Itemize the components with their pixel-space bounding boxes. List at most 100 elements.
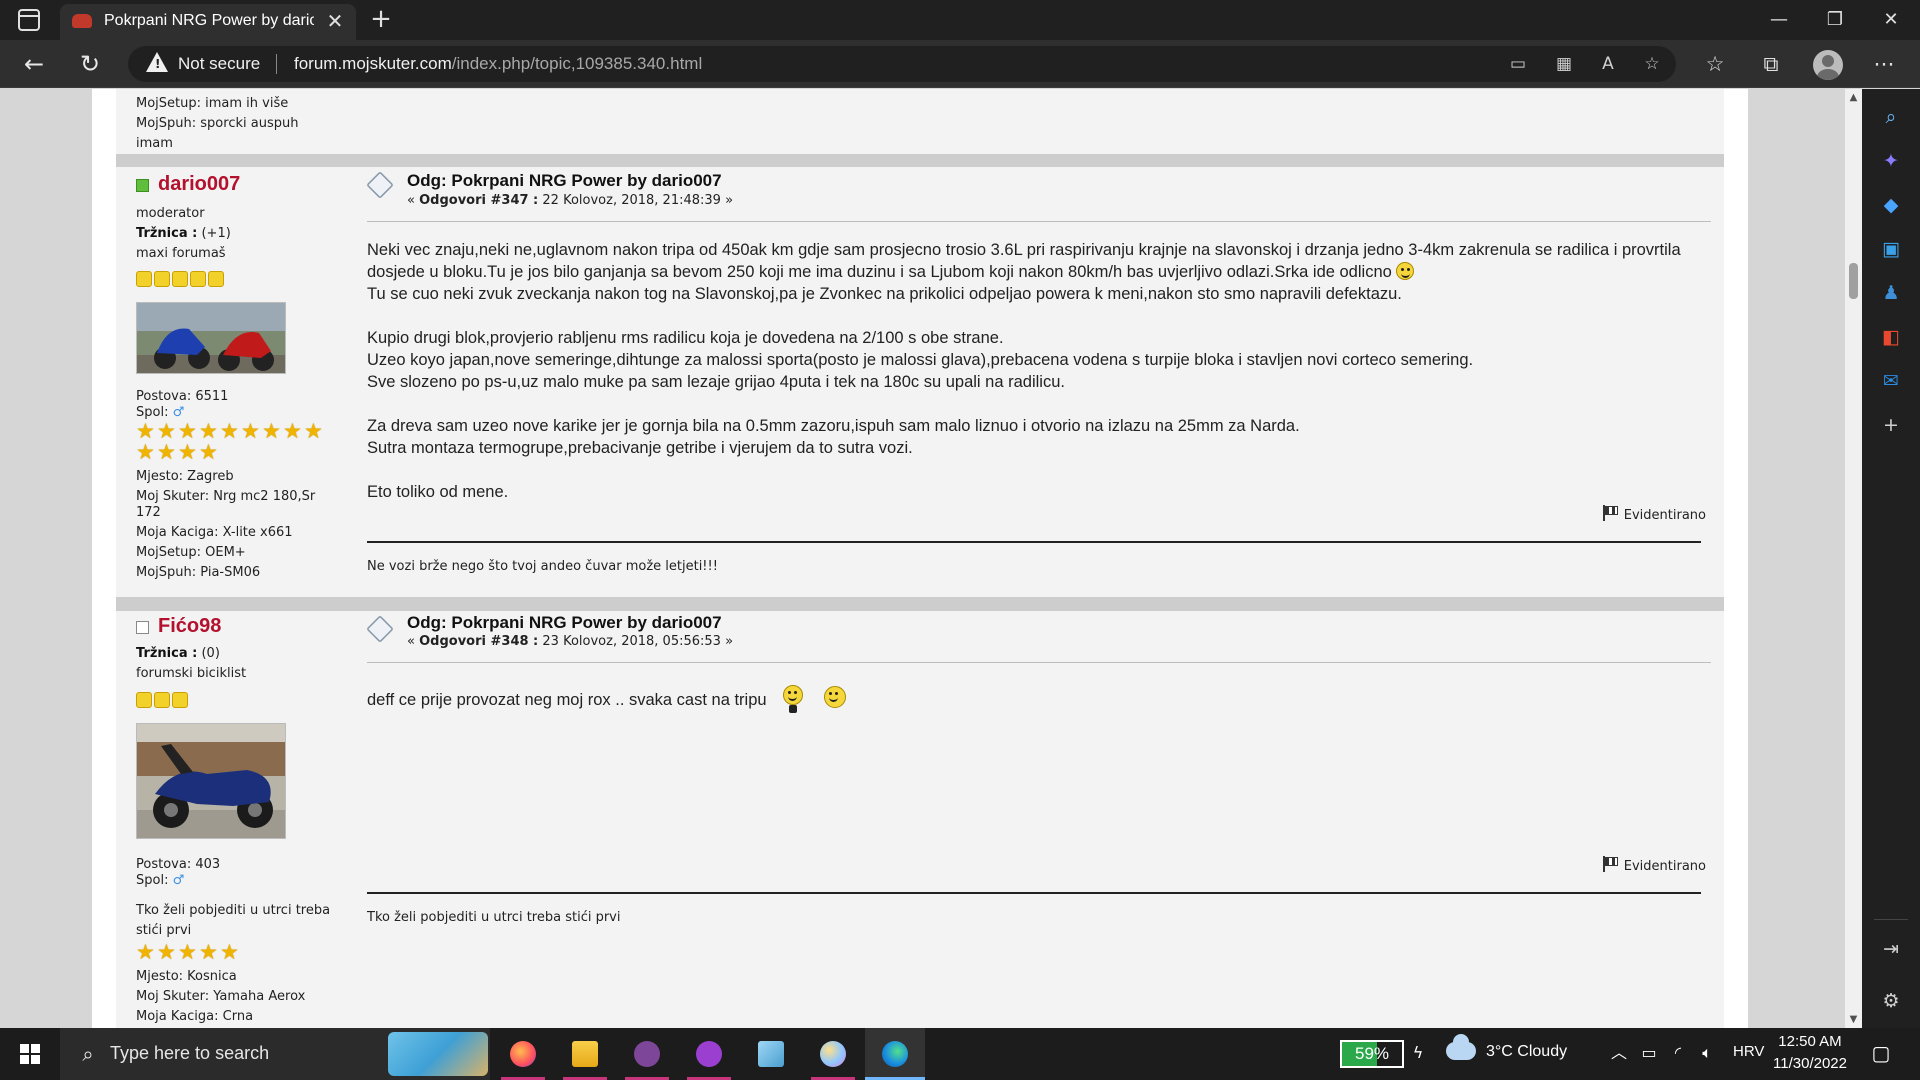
- username-link[interactable]: dario007: [158, 173, 240, 196]
- windows-start-icon[interactable]: [20, 1044, 40, 1064]
- weather-text[interactable]: 3°C Cloudy: [1486, 1043, 1567, 1061]
- shopping-icon[interactable]: ◆: [1879, 193, 1903, 217]
- post-text: Kupio drugi blok,provjerio rabljenu rms …: [367, 329, 1004, 347]
- search-icon[interactable]: ⌕: [1879, 105, 1903, 129]
- outlook-icon[interactable]: ✉: [1879, 369, 1903, 393]
- games-icon[interactable]: ♟: [1879, 281, 1903, 305]
- signature: Tko želi pobjediti u utrci treba stići p…: [367, 910, 621, 925]
- report-label: Evidentirano: [1623, 859, 1706, 874]
- scroll-thumb[interactable]: [1849, 263, 1858, 299]
- tab-close-icon[interactable]: ✕: [322, 8, 348, 34]
- helmet-info: Moja Kaciga: X-lite x661: [136, 525, 293, 540]
- location: Mjesto: Zagreb: [136, 469, 234, 484]
- taskbar-paint[interactable]: [803, 1028, 863, 1080]
- clock-time[interactable]: 12:50 AM: [1775, 1033, 1845, 1050]
- notifications-icon[interactable]: ▢: [1870, 1042, 1892, 1064]
- avatar[interactable]: [136, 723, 286, 839]
- window-close-button[interactable]: ✕: [1862, 0, 1920, 40]
- gold-star-icon: ★: [157, 440, 176, 464]
- cloud-icon[interactable]: [1446, 1034, 1476, 1060]
- settings-gear-icon[interactable]: ⚙: [1879, 989, 1903, 1013]
- office-icon[interactable]: ◧: [1879, 325, 1903, 349]
- new-tab-button[interactable]: +: [366, 4, 396, 34]
- helmet-info: Moja Kaciga: Crna: [136, 1009, 254, 1024]
- scroll-down-icon[interactable]: ▼: [1845, 1011, 1862, 1028]
- rank-star-icon: [154, 271, 170, 287]
- rank-stars: ★ ★ ★ ★ ★: [136, 942, 241, 964]
- avatar[interactable]: [136, 302, 286, 374]
- taskbar-search[interactable]: ⌕ Type here to search: [60, 1028, 490, 1080]
- copilot-icon[interactable]: ✦: [1879, 149, 1903, 173]
- read-aloud-icon[interactable]: A: [1596, 52, 1620, 76]
- vertical-scrollbar[interactable]: ▲ ▼: [1845, 89, 1862, 1028]
- show-hidden-icons-icon[interactable]: ︿: [1608, 1042, 1630, 1064]
- search-highlight-image: [388, 1032, 488, 1076]
- url-text[interactable]: forum.mojskuter.com/index.php/topic,1093…: [294, 54, 702, 74]
- meta-prefix: «: [407, 634, 415, 649]
- reply-number: Odgovori #347 :: [419, 193, 539, 208]
- grid-icon[interactable]: ▦: [1552, 52, 1576, 76]
- language-indicator[interactable]: HRV: [1733, 1043, 1764, 1060]
- wifi-icon[interactable]: ◜: [1667, 1042, 1689, 1064]
- gold-star-icon: ★: [178, 940, 197, 964]
- post-text: Za dreva sam uzeo nove karike jer je gor…: [367, 417, 1300, 435]
- post-title-link[interactable]: Odg: Pokrpani NRG Power by dario007: [407, 613, 722, 633]
- collections-icon[interactable]: ⧉: [1755, 48, 1787, 80]
- report-link[interactable]: Evidentirano: [1602, 505, 1706, 523]
- rank-title: maxi forumaš: [136, 246, 226, 261]
- report-link[interactable]: Evidentirano: [1602, 856, 1706, 874]
- rank-star-icon: [190, 271, 206, 287]
- scroll-up-icon[interactable]: ▲: [1845, 89, 1862, 106]
- profile-avatar-icon[interactable]: [1813, 50, 1843, 80]
- gold-star-icon: ★: [157, 419, 176, 443]
- refresh-icon[interactable]: ↻: [74, 48, 106, 80]
- add-favorite-icon[interactable]: ☆: [1640, 52, 1664, 76]
- taskbar-notes[interactable]: [741, 1028, 801, 1080]
- gender-label: Spol:: [136, 405, 169, 420]
- add-icon[interactable]: +: [1879, 413, 1903, 437]
- post-text: Sutra montaza termogrupe,prebacivanje ge…: [367, 439, 913, 457]
- browser-tab-bar: Pokrpani NRG Power by dario007 ✕ + — ❐ ✕: [0, 0, 1920, 40]
- address-separator: [276, 54, 277, 74]
- post-title-link[interactable]: Odg: Pokrpani NRG Power by dario007: [407, 171, 722, 191]
- security-label[interactable]: Not secure: [178, 54, 260, 74]
- username-link[interactable]: Fićo98: [158, 615, 221, 638]
- post-body: deff ce prije provozat neg moj rox .. sv…: [367, 683, 1687, 713]
- more-menu-icon[interactable]: ⋯: [1868, 48, 1900, 80]
- restore-button[interactable]: ❐: [1806, 0, 1864, 40]
- gold-star-icon: ★: [136, 940, 155, 964]
- personal-text: stići prvi: [136, 923, 192, 938]
- tools-icon[interactable]: ▣: [1879, 237, 1903, 261]
- post-text: Eto toliko od mene.: [367, 483, 509, 501]
- rank-star-icon: [172, 271, 188, 287]
- url-host: forum.mojskuter.com: [294, 54, 452, 73]
- file-explorer-icon: [572, 1041, 598, 1067]
- rank-star-icon: [136, 692, 152, 708]
- tab-active[interactable]: Pokrpani NRG Power by dario007 ✕: [60, 4, 356, 40]
- post-paragraph: Eto toliko od mene.: [367, 481, 1687, 503]
- taskbar-firefox[interactable]: [493, 1028, 553, 1080]
- warning-icon[interactable]: !: [146, 52, 168, 72]
- offline-status-icon: [136, 621, 149, 634]
- tab-actions-icon[interactable]: [18, 9, 40, 31]
- rank-star-icon: [172, 692, 188, 708]
- taskbar-edge[interactable]: [865, 1028, 925, 1080]
- back-arrow-icon[interactable]: ←: [18, 48, 50, 80]
- taskbar-tor-browser[interactable]: [617, 1028, 677, 1080]
- gender: Spol: ♂: [136, 405, 184, 420]
- address-field[interactable]: ! Not secure forum.mojskuter.com/index.p…: [128, 46, 1676, 82]
- taskbar-mask-app[interactable]: [679, 1028, 739, 1080]
- favorites-icon[interactable]: ☆: [1699, 48, 1731, 80]
- battery-tray-icon[interactable]: ▭: [1638, 1042, 1660, 1064]
- edge-icon: [882, 1041, 908, 1067]
- market-value: (+1): [201, 226, 231, 241]
- app-available-icon[interactable]: ▭: [1506, 52, 1530, 76]
- minimize-button[interactable]: —: [1750, 0, 1808, 40]
- volume-icon[interactable]: 🔈︎: [1696, 1042, 1718, 1064]
- hide-sidebar-icon[interactable]: ⇥: [1879, 937, 1903, 961]
- taskbar-file-explorer[interactable]: [555, 1028, 615, 1080]
- clock-date[interactable]: 11/30/2022: [1770, 1055, 1850, 1072]
- battery-indicator[interactable]: 59%: [1340, 1040, 1404, 1068]
- market-label: Tržnica :: [136, 226, 198, 241]
- post-text: deff ce prije provozat neg moj rox .. sv…: [367, 691, 767, 709]
